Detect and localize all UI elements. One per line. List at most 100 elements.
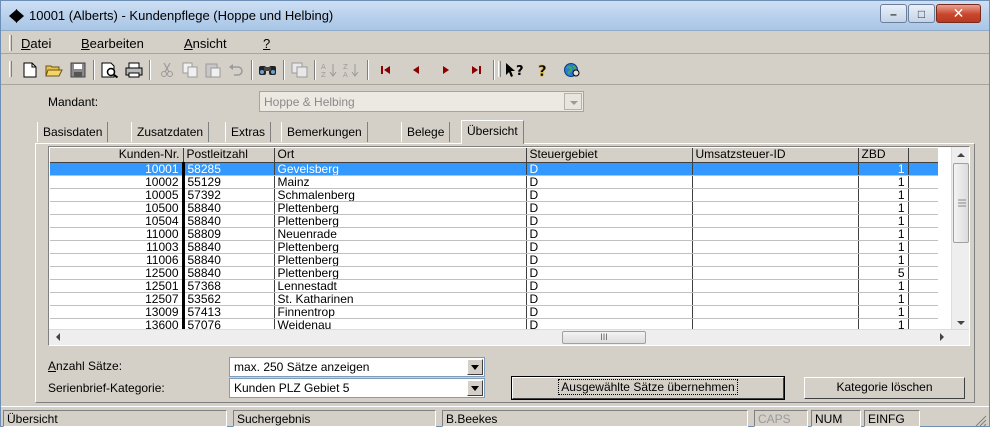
menubar-grip[interactable]	[9, 35, 12, 51]
find-button[interactable]	[257, 60, 279, 80]
cut-button[interactable]	[156, 60, 178, 80]
table-row[interactable]: 10504 58840 Plettenberg D 1	[50, 214, 938, 228]
cell-ort[interactable]: Plettenberg	[274, 266, 527, 280]
cell-zbd[interactable]: 1	[858, 227, 909, 241]
sort-descending-button[interactable]: ZA	[341, 60, 363, 80]
help-button[interactable]: ?	[533, 60, 555, 80]
table-row[interactable]: 11003 58840 Plettenberg D 1	[50, 240, 938, 254]
toolbar-grip[interactable]	[498, 61, 501, 77]
cell-ort[interactable]: Weidenau	[274, 318, 527, 329]
menu-datei[interactable]: Datei	[21, 36, 51, 51]
cell-kunden-nr[interactable]: 13009	[50, 305, 185, 319]
chevron-down-icon[interactable]	[467, 380, 483, 396]
table-row[interactable]: 10005 57392 Schmalenberg D 1	[50, 188, 938, 202]
cell-ort[interactable]: Finnentrop	[274, 305, 527, 319]
toolbar-grip[interactable]	[9, 61, 12, 77]
cell-postleitzahl[interactable]: 58809	[183, 227, 275, 241]
cell-postleitzahl[interactable]: 57076	[183, 318, 275, 329]
cell-postleitzahl[interactable]: 58840	[183, 201, 275, 215]
table-row[interactable]: 10002 55129 Mainz D 1	[50, 175, 938, 189]
undo-button[interactable]	[225, 60, 247, 80]
next-record-button[interactable]	[435, 60, 457, 80]
cell-umsatzsteuer-id[interactable]	[692, 240, 859, 254]
cell-zbd[interactable]: 5	[858, 266, 909, 280]
context-help-button[interactable]: ?	[505, 60, 527, 80]
cell-kunden-nr[interactable]: 11006	[50, 253, 185, 267]
cell-zbd[interactable]: 1	[858, 201, 909, 215]
paste-button[interactable]	[202, 60, 224, 80]
cell-ort[interactable]: Gevelsberg	[274, 162, 527, 176]
web-button[interactable]	[561, 60, 583, 80]
tab-extras[interactable]: Extras	[225, 122, 272, 142]
cell-postleitzahl[interactable]: 57413	[183, 305, 275, 319]
table-row[interactable]: 11000 58809 Neuenrade D 1	[50, 227, 938, 241]
tab-zusatzdaten[interactable]: Zusatzdaten	[131, 122, 210, 142]
close-button[interactable]: ✕	[936, 4, 981, 23]
horizontal-scrollbar[interactable]: III	[49, 329, 969, 345]
column-header-zbd[interactable]: ZBD	[858, 148, 909, 163]
table-row[interactable]: 10001 58285 Gevelsberg D 1	[50, 162, 938, 176]
cell-kunden-nr[interactable]: 13600	[50, 318, 185, 329]
cell-umsatzsteuer-id[interactable]	[692, 201, 859, 215]
cell-ort[interactable]: Lennestadt	[274, 279, 527, 293]
table-row[interactable]: 12507 53562 St. Katharinen D 1	[50, 292, 938, 306]
chevron-down-icon[interactable]	[467, 359, 483, 375]
scroll-down-icon[interactable]	[953, 316, 969, 330]
cell-steuergebiet[interactable]: D	[526, 318, 693, 329]
cell-umsatzsteuer-id[interactable]	[692, 175, 859, 189]
cell-steuergebiet[interactable]: D	[526, 201, 693, 215]
cell-umsatzsteuer-id[interactable]	[692, 162, 859, 176]
menu-help[interactable]: ?	[263, 36, 270, 51]
cell-zbd[interactable]: 1	[858, 175, 909, 189]
cell-umsatzsteuer-id[interactable]	[692, 188, 859, 202]
cell-zbd[interactable]: 1	[858, 162, 909, 176]
menu-ansicht[interactable]: Ansicht	[184, 36, 227, 51]
cell-umsatzsteuer-id[interactable]	[692, 305, 859, 319]
last-record-button[interactable]	[465, 60, 487, 80]
cell-postleitzahl[interactable]: 58840	[183, 253, 275, 267]
first-record-button[interactable]	[375, 60, 397, 80]
scroll-up-icon[interactable]	[953, 148, 969, 162]
cell-steuergebiet[interactable]: D	[526, 175, 693, 189]
cell-kunden-nr[interactable]: 10002	[50, 175, 185, 189]
cell-postleitzahl[interactable]: 53562	[183, 292, 275, 306]
horizontal-scroll-thumb[interactable]: III	[562, 331, 646, 344]
cell-umsatzsteuer-id[interactable]	[692, 253, 859, 267]
open-button[interactable]	[43, 60, 65, 80]
cell-kunden-nr[interactable]: 10500	[50, 201, 185, 215]
cell-kunden-nr[interactable]: 11000	[50, 227, 185, 241]
cell-steuergebiet[interactable]: D	[526, 253, 693, 267]
cell-ort[interactable]: Plettenberg	[274, 201, 527, 215]
column-header-ort[interactable]: Ort	[274, 148, 527, 163]
cell-zbd[interactable]: 1	[858, 305, 909, 319]
column-header-kunden-nr[interactable]: Kunden-Nr.	[50, 148, 184, 163]
cell-kunden-nr[interactable]: 10504	[50, 214, 185, 228]
tab-bemerkungen[interactable]: Bemerkungen	[281, 122, 368, 142]
scroll-left-icon[interactable]	[51, 330, 65, 344]
cell-steuergebiet[interactable]: D	[526, 240, 693, 254]
table-row[interactable]: 10500 58840 Plettenberg D 1	[50, 201, 938, 215]
column-header-umsatzsteuer-id[interactable]: Umsatzsteuer-ID	[692, 148, 859, 163]
cell-steuergebiet[interactable]: D	[526, 266, 693, 280]
cell-umsatzsteuer-id[interactable]	[692, 266, 859, 280]
new-document-button[interactable]	[19, 60, 41, 80]
mandant-select[interactable]: Hoppe & Helbing	[259, 91, 584, 112]
cell-ort[interactable]: Plettenberg	[274, 214, 527, 228]
cell-postleitzahl[interactable]: 58285	[183, 162, 275, 176]
cell-postleitzahl[interactable]: 58840	[183, 214, 275, 228]
kategorie-loeschen-button[interactable]: Kategorie löschen	[804, 377, 965, 399]
cell-kunden-nr[interactable]: 10005	[50, 188, 185, 202]
copy-button[interactable]	[179, 60, 201, 80]
cell-zbd[interactable]: 1	[858, 292, 909, 306]
cell-postleitzahl[interactable]: 58840	[183, 266, 275, 280]
cell-umsatzsteuer-id[interactable]	[692, 214, 859, 228]
vertical-scrollbar[interactable]	[951, 147, 969, 331]
cell-kunden-nr[interactable]: 12501	[50, 279, 185, 293]
cell-ort[interactable]: Mainz	[274, 175, 527, 189]
table-row[interactable]: 12501 57368 Lennestadt D 1	[50, 279, 938, 293]
tab-basisdaten[interactable]: Basisdaten	[37, 122, 109, 142]
cell-kunden-nr[interactable]: 12500	[50, 266, 185, 280]
cell-umsatzsteuer-id[interactable]	[692, 227, 859, 241]
resize-grip-icon[interactable]	[973, 413, 987, 427]
cell-kunden-nr[interactable]: 11003	[50, 240, 185, 254]
